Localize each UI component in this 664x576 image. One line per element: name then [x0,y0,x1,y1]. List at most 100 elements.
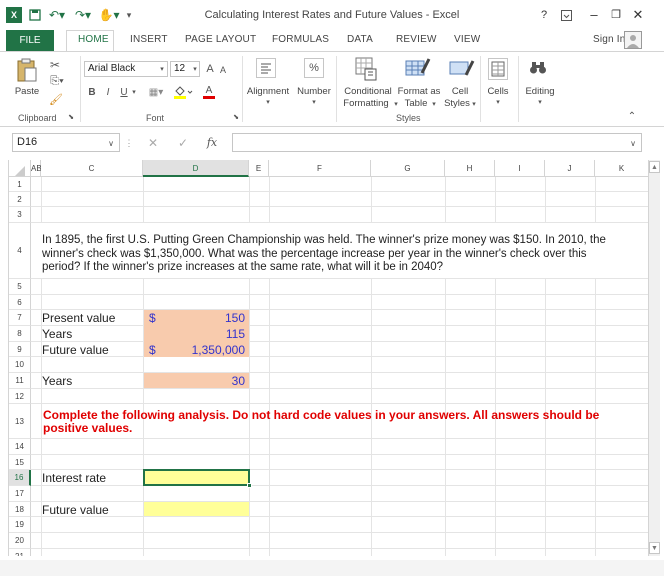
row-header-14[interactable]: 14 [9,439,31,455]
formula-input[interactable] [232,133,642,152]
format-as-table-icon[interactable] [404,56,432,82]
confirm-entry-icon[interactable]: ✓ [176,136,190,150]
insert-function-icon[interactable]: fx [204,135,220,149]
question-cell[interactable]: In 1895, the first U.S. Putting Green Ch… [41,223,648,278]
select-all-corner[interactable] [9,160,31,177]
row-header-7[interactable]: 7 [9,310,31,326]
column-header-e[interactable]: E [249,160,269,177]
column-header-c[interactable]: C [41,160,143,177]
cancel-entry-icon[interactable]: ✕ [146,136,160,150]
editing-button-label[interactable]: Editing [520,86,560,98]
cell-styles-label-2[interactable]: Styles [440,98,474,110]
number-format-icon[interactable]: % [304,58,324,78]
row-header-4[interactable]: 4 [9,223,31,279]
alignment-button-label[interactable]: Alignment [244,86,292,98]
font-color-icon[interactable]: A [198,84,220,100]
tab-page-layout[interactable]: PAGE LAYOUT [185,34,256,45]
row-header-13[interactable]: 13 [9,404,31,439]
column-header-g[interactable]: G [371,160,445,177]
copy-icon[interactable]: ⎘▾ [48,74,66,88]
shrink-font-icon[interactable]: A [218,64,228,76]
tab-view[interactable]: VIEW [454,34,480,45]
row-header-17[interactable]: 17 [9,486,31,502]
interest-rate-answer-cell[interactable] [143,469,250,486]
present-value-cell[interactable]: 150 [149,311,245,325]
grow-font-icon[interactable]: A [204,62,216,76]
avatar[interactable] [624,31,642,49]
fill-handle[interactable] [247,483,252,488]
format-as-table-label-1[interactable]: Format as [396,86,442,98]
format-as-table-label-2[interactable]: Table [400,98,432,110]
row-header-21[interactable]: 21 [9,549,31,556]
years-cell[interactable]: 115 [149,327,245,341]
column-header-h[interactable]: H [445,160,495,177]
row-header-10[interactable]: 10 [9,357,31,373]
name-box[interactable]: D16 [12,133,120,152]
cells-button-label[interactable]: Cells [482,86,514,98]
restore-button[interactable]: ❐ [606,6,626,24]
conditional-formatting-icon[interactable] [354,56,378,82]
tab-home[interactable]: HOME [78,34,109,45]
column-header-ab[interactable]: AB [31,160,42,177]
vertical-scrollbar[interactable]: ▲ ▼ [648,160,660,556]
cut-icon[interactable]: ✂ [48,58,62,72]
fill-color-icon[interactable] [172,85,194,99]
paste-label[interactable]: Paste [12,86,42,98]
bold-button[interactable]: B [86,85,98,99]
row-header-2[interactable]: 2 [9,192,31,207]
tab-insert[interactable]: INSERT [130,34,168,45]
column-header-f[interactable]: F [269,160,371,177]
row-header-9[interactable]: 9 [9,342,31,357]
years2-cell[interactable]: 30 [149,374,245,388]
underline-button[interactable]: U [118,85,130,99]
number-button-label[interactable]: Number [294,86,334,98]
row-header-20[interactable]: 20 [9,533,31,549]
tab-review[interactable]: REVIEW [396,34,437,45]
tab-file[interactable]: FILE [6,30,54,51]
row-header-6[interactable]: 6 [9,295,31,310]
row-header-16[interactable]: 16 [9,470,31,486]
row-header-11[interactable]: 11 [9,373,31,389]
alignment-icon[interactable] [256,58,276,78]
row-header-18[interactable]: 18 [9,502,31,517]
sign-in-link[interactable]: Sign In [593,34,626,45]
help-button[interactable]: ? [534,6,554,24]
expand-formula-bar-icon[interactable]: ∨ [628,137,638,149]
ribbon-display-options-icon[interactable] [556,6,576,24]
scroll-up-icon[interactable]: ▲ [649,161,660,173]
collapse-ribbon-icon[interactable]: ⌃ [626,110,638,122]
column-header-k[interactable]: K [595,160,648,177]
cell-styles-label-1[interactable]: Cell [448,86,472,98]
row-header-5[interactable]: 5 [9,279,31,295]
cell-styles-icon[interactable] [448,56,476,82]
row-header-12[interactable]: 12 [9,389,31,404]
row-header-1[interactable]: 1 [9,177,31,192]
font-name-select[interactable]: Arial Black [84,61,168,77]
clipboard-launcher-icon[interactable]: ⬊ [67,113,75,121]
row-header-19[interactable]: 19 [9,517,31,533]
binoculars-icon[interactable] [526,58,550,78]
close-button[interactable]: ✕ [628,6,648,24]
future-value-answer-cell[interactable] [144,502,249,516]
font-launcher-icon[interactable]: ⬊ [232,113,240,121]
italic-button[interactable]: I [102,85,114,99]
paste-icon[interactable] [14,58,40,84]
column-header-j[interactable]: J [545,160,595,177]
years2-label: Years [42,374,73,388]
cells-icon[interactable] [488,58,508,80]
format-painter-icon[interactable]: 🖌 [48,92,64,106]
row-header-15[interactable]: 15 [9,455,31,470]
conditional-formatting-label-2[interactable]: Formatting [336,98,396,110]
tab-formulas[interactable]: FORMULAS [272,34,329,45]
column-header-i[interactable]: I [495,160,545,177]
borders-icon[interactable]: ▦▾ [146,85,166,99]
future-value-cell[interactable]: 1,350,000 [149,343,245,357]
minimize-button[interactable]: – [584,6,604,24]
resize-handle-icon[interactable]: ⋮ [125,136,134,150]
column-header-d[interactable]: D [143,160,249,177]
row-header-3[interactable]: 3 [9,207,31,223]
tab-data[interactable]: DATA [347,34,373,45]
row-header-8[interactable]: 8 [9,326,31,342]
conditional-formatting-label-1[interactable]: Conditional [340,86,396,98]
scroll-down-icon[interactable]: ▼ [649,542,660,554]
